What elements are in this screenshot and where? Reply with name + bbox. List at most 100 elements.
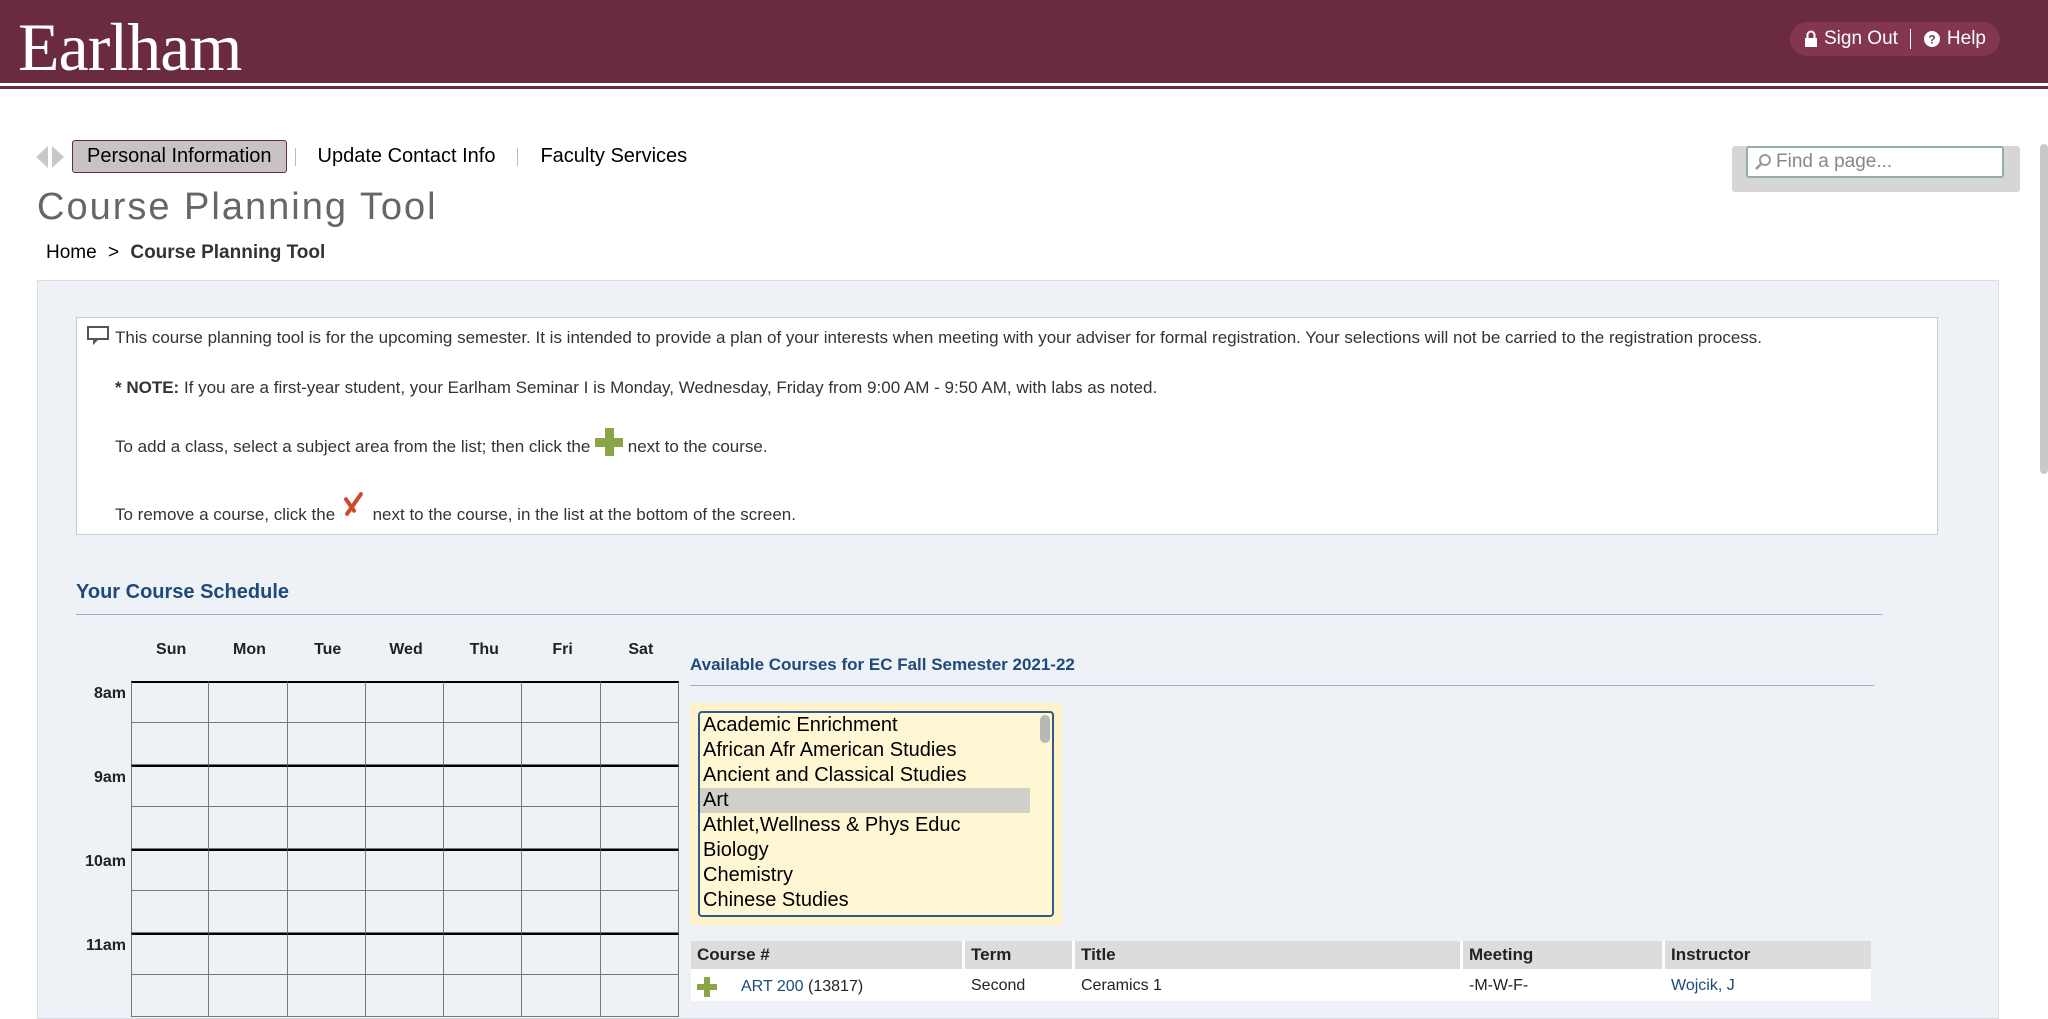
tab-update-contact-info[interactable]: Update Contact Info xyxy=(304,141,510,172)
schedule-cell xyxy=(131,765,210,807)
schedule-cell xyxy=(287,807,366,849)
schedule-cell xyxy=(365,849,445,891)
nav-arrows xyxy=(36,145,64,168)
find-page-input[interactable]: Find a page... xyxy=(1746,146,2004,178)
tab-personal-information[interactable]: Personal Information xyxy=(72,140,287,173)
subject-option[interactable]: Ancient and Classical Studies xyxy=(700,763,1030,788)
info-remove-before: To remove a course, click the xyxy=(115,505,340,524)
header-rule-secondary xyxy=(0,86,2048,89)
info-note: * NOTE: If you are a first-year student,… xyxy=(115,378,1157,398)
schedule-cell xyxy=(365,681,445,723)
schedule-cell xyxy=(209,723,288,765)
schedule-row xyxy=(131,891,679,933)
schedule-cell xyxy=(444,765,523,807)
schedule-row xyxy=(131,807,679,849)
schedule-cell xyxy=(365,933,445,975)
schedule-cell xyxy=(444,975,523,1017)
top-bar: Earlham Sign Out ? Help xyxy=(0,0,2048,85)
earlham-logo[interactable]: Earlham xyxy=(18,8,242,87)
subject-option[interactable]: Chemistry xyxy=(700,863,1030,888)
schedule-row xyxy=(131,681,679,723)
schedule-cell xyxy=(444,807,523,849)
schedule-cell xyxy=(131,723,210,765)
instructor-cell: Wojcik, J xyxy=(1665,969,1871,1001)
schedule-row xyxy=(131,765,679,807)
info-box: This course planning tool is for the upc… xyxy=(76,317,1938,535)
schedule-cell xyxy=(131,849,210,891)
header-rule xyxy=(0,80,2048,83)
breadcrumb-home[interactable]: Home xyxy=(46,242,97,263)
col-course-number: Course # xyxy=(691,941,965,969)
schedule-cell xyxy=(131,933,210,975)
nav-prev-icon[interactable] xyxy=(36,145,48,168)
find-page-box: Find a page... xyxy=(1732,146,2020,192)
schedule-title: Your Course Schedule xyxy=(76,581,290,603)
lock-icon xyxy=(1804,30,1817,47)
time-10am: 10am xyxy=(85,853,126,870)
info-add-before: To add a class, select a subject area fr… xyxy=(115,437,596,456)
day-thu: Thu xyxy=(469,641,499,658)
schedule-cell xyxy=(522,723,601,765)
subject-option[interactable]: Chinese Studies xyxy=(700,888,1030,913)
schedule-cell xyxy=(365,765,445,807)
meeting-cell: -M-W-F- xyxy=(1469,977,1529,994)
course-link[interactable]: ART 200 xyxy=(741,978,804,995)
search-icon xyxy=(1755,154,1771,170)
comment-icon xyxy=(87,326,109,345)
schedule-row xyxy=(131,849,679,891)
schedule-cell xyxy=(287,849,366,891)
plus-icon xyxy=(595,428,624,456)
schedule-cell xyxy=(600,765,679,807)
instructor-link[interactable]: Wojcik, J xyxy=(1671,977,1735,994)
subject-option[interactable]: African Afr American Studies xyxy=(700,738,1030,763)
schedule-cell xyxy=(522,765,601,807)
schedule-cell xyxy=(209,975,288,1017)
help-link[interactable]: ? Help xyxy=(1923,28,1986,50)
schedule-cell xyxy=(600,975,679,1017)
subject-list[interactable]: Academic Enrichment African Afr American… xyxy=(698,711,1054,917)
col-title: Title xyxy=(1075,941,1463,969)
schedule-cell xyxy=(209,933,288,975)
schedule-cell xyxy=(209,681,288,723)
schedule-cell xyxy=(131,807,210,849)
help-label: Help xyxy=(1946,28,1986,49)
course-table-header: Course # Term Title Meeting Instructor xyxy=(691,941,1871,969)
time-9am: 9am xyxy=(93,769,126,786)
term-cell: Second xyxy=(971,977,1026,994)
schedule-cell xyxy=(522,891,601,933)
day-mon: Mon xyxy=(232,641,266,658)
schedule-cell xyxy=(444,933,523,975)
schedule-rule xyxy=(76,614,1882,615)
schedule-cell xyxy=(522,975,601,1017)
add-course-icon[interactable] xyxy=(697,977,717,997)
sign-out-label: Sign Out xyxy=(1823,28,1898,49)
schedule-cell xyxy=(522,933,601,975)
user-links-divider xyxy=(1909,29,1911,49)
page-scrollbar[interactable] xyxy=(2040,144,2048,474)
info-note-text: If you are a first-year student, your Ea… xyxy=(179,378,1158,397)
schedule-cell xyxy=(600,891,679,933)
day-sat: Sat xyxy=(628,641,654,658)
schedule-cell xyxy=(287,933,366,975)
subject-option[interactable]: Academic Enrichment xyxy=(700,713,1030,738)
svg-text:?: ? xyxy=(1928,33,1935,47)
col-instructor: Instructor xyxy=(1671,945,1751,964)
schedule-grid xyxy=(131,681,679,1017)
schedule-cell xyxy=(600,681,679,723)
schedule-cell xyxy=(600,849,679,891)
schedule-cell xyxy=(209,807,288,849)
tab-faculty-services[interactable]: Faculty Services xyxy=(526,141,701,172)
subject-option-selected[interactable]: Art xyxy=(700,788,1030,813)
subject-option[interactable]: Biology xyxy=(700,838,1030,863)
sign-out-link[interactable]: Sign Out xyxy=(1804,28,1898,50)
schedule-cell xyxy=(600,723,679,765)
schedule-cell xyxy=(287,765,366,807)
nav-next-icon[interactable] xyxy=(52,145,64,168)
schedule-cell xyxy=(131,975,210,1017)
subject-list-scrollbar[interactable] xyxy=(1040,715,1050,743)
subject-option[interactable]: Athlet,Wellness & Phys Educ xyxy=(700,813,1030,838)
nav-divider xyxy=(517,147,519,166)
schedule-cell xyxy=(444,681,523,723)
col-term: Term xyxy=(965,941,1075,969)
schedule-cell xyxy=(131,891,210,933)
